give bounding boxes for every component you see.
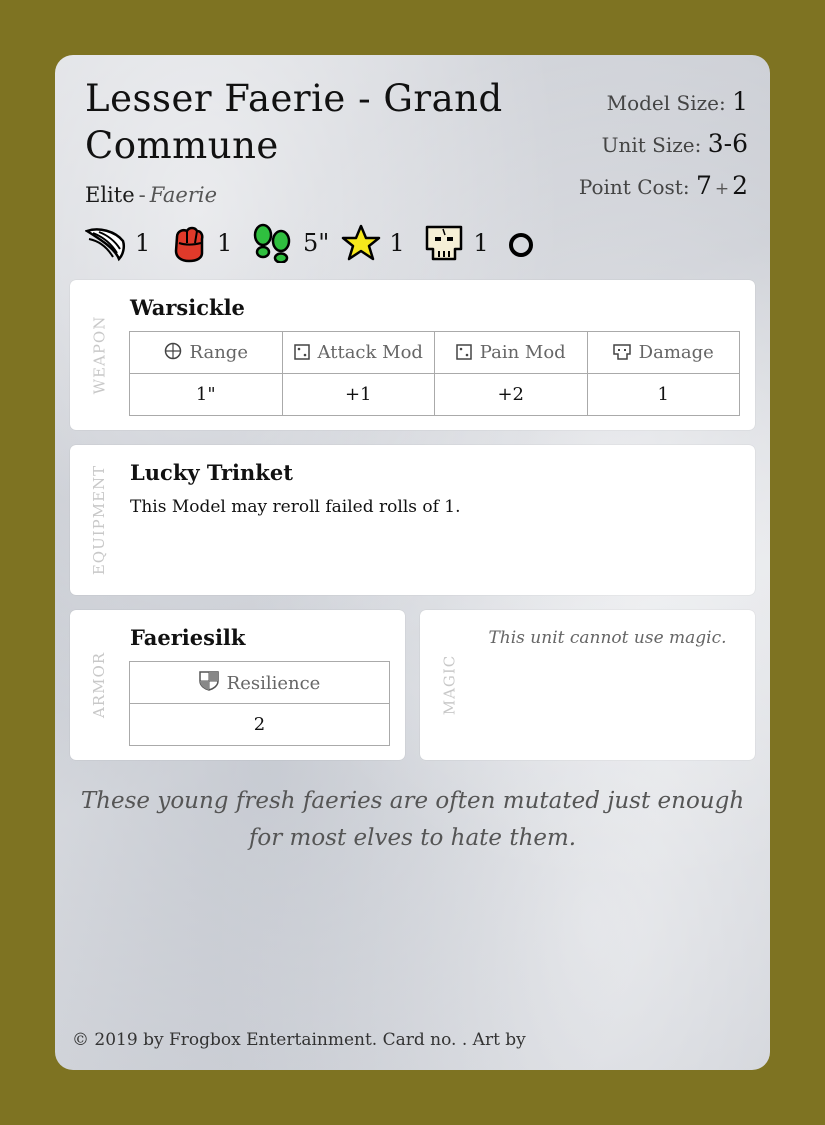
weapon-stats-table: Range Attack Mod Pain Mod Damage 1" +1 +… (129, 331, 740, 416)
ring-icon (509, 233, 534, 257)
model-size-label: Model Size: (606, 91, 726, 115)
weapon-stats-values: 1" +1 +2 1 (129, 373, 740, 416)
flavor-line-2: for most elves to hate them. (248, 825, 577, 851)
stat-skull-value: 1 (473, 229, 489, 257)
model-size-value: 1 (732, 87, 748, 116)
unit-card: Lesser Faerie - Grand Commune Elite - Faer… (55, 55, 770, 1070)
unit-size-block: Model Size: 1 Unit Size: 3-6 Point Cost:… (579, 85, 748, 211)
wing-icon (85, 228, 126, 262)
armor-stats-table: Resilience 2 (129, 661, 390, 746)
card-title: Lesser Faerie - Grand Commune (85, 77, 503, 167)
pain-mod-header: Pain Mod (434, 331, 588, 374)
weapon-section-label: WEAPON (90, 315, 108, 395)
equipment-name: Lucky Trinket (130, 460, 293, 485)
equipment-panel: EQUIPMENT Lucky Trinket This Model may r… (70, 445, 755, 595)
type-separator: - (138, 183, 146, 207)
point-cost-base: 7 (695, 171, 712, 200)
shield-icon (198, 671, 219, 691)
flavor-line-1: These young fresh faeries are often muta… (80, 788, 745, 814)
damage-header: Damage (586, 331, 740, 374)
unit-size-label: Unit Size: (601, 133, 702, 157)
star-icon (342, 224, 381, 261)
stat-skull: 1 (423, 223, 495, 263)
stat-wing: 1 (85, 223, 157, 263)
stat-move: 5" (251, 223, 329, 263)
crosshair-icon (164, 342, 181, 360)
armor-section-label: ARMOR (90, 651, 109, 719)
armor-name: Faeriesilk (130, 625, 246, 650)
stat-move-value: 5" (303, 229, 330, 257)
point-cost-label: Point Cost: (578, 175, 690, 199)
point-cost-row: Point Cost: 7 +2 (579, 169, 748, 211)
die-icon (456, 344, 472, 360)
resilience-value: 2 (129, 703, 390, 746)
point-cost-extra: 2 (732, 171, 748, 200)
resilience-header: Resilience (129, 661, 390, 704)
stat-fist-value: 1 (217, 229, 233, 257)
unit-rank: Elite (85, 183, 135, 207)
equipment-text: This Model may reroll failed rolls of 1. (130, 497, 461, 517)
stat-star-value: 1 (389, 229, 405, 257)
unit-size-row: Unit Size: 3-6 (579, 127, 748, 169)
flavor-text: These young fresh faeries are often muta… (75, 783, 750, 857)
stat-fist: 1 (169, 223, 239, 263)
magic-panel: MAGIC This unit cannot use magic. (420, 610, 755, 760)
armor-stats-header: Resilience (129, 661, 390, 704)
range-header: Range (129, 331, 283, 374)
magic-text: This unit cannot use magic. (488, 628, 727, 648)
pain-mod-value: +2 (434, 373, 588, 416)
weapon-panel: WEAPON Warsickle Range Attack Mod Pain M… (70, 280, 755, 430)
die-icon (293, 344, 310, 360)
weapon-stats-header: Range Attack Mod Pain Mod Damage (129, 331, 740, 374)
model-size-row: Model Size: 1 (579, 85, 748, 127)
attack-mod-header: Attack Mod (281, 331, 435, 374)
stat-wing-value: 1 (135, 229, 151, 257)
stat-ring (507, 223, 565, 263)
copyright-footer: © 2019 by Frogbox Entertainment. Card no… (72, 1030, 526, 1050)
armor-stats-values: 2 (129, 703, 390, 746)
stat-bar: 1 1 5" 1 1 (85, 220, 577, 266)
skull-outline-icon (612, 344, 631, 360)
magic-section-label: MAGIC (440, 654, 459, 716)
stat-star: 1 (341, 223, 411, 263)
footprints-icon (253, 223, 291, 263)
damage-value: 1 (586, 373, 740, 416)
fist-icon (174, 226, 204, 263)
point-cost-plus: + (714, 179, 730, 199)
equipment-section-label: EQUIPMENT (90, 464, 109, 576)
unit-size-value: 3-6 (707, 129, 748, 158)
armor-panel: ARMOR Faeriesilk Resilience 2 (70, 610, 405, 760)
skull-icon (426, 225, 463, 261)
weapon-name: Warsickle (130, 295, 245, 320)
attack-mod-value: +1 (281, 373, 435, 416)
unit-type: Elite - Faerie (85, 183, 217, 207)
range-value: 1" (129, 373, 283, 416)
unit-faction: Faerie (149, 183, 218, 207)
